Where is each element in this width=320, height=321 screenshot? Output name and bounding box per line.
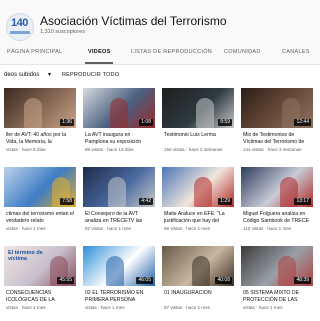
video-title[interactable]: 05 SISTEMA MIXTO DE PROTECCIÓN DE LAS <box>243 290 313 303</box>
thumbnail-figure <box>106 256 124 286</box>
thumbnail-figure <box>110 98 128 128</box>
video-meta: 57 vistas · hace 1 mes <box>164 305 210 310</box>
thumbnail-figure <box>194 177 212 207</box>
video-duration: 46:05 <box>136 277 153 284</box>
video-meta: vistas · hace 1 mes <box>85 305 125 310</box>
video-card[interactable]: 1:36 ller de AVT: 40 años por la Vida, la… <box>4 88 76 158</box>
tab-community[interactable]: COMUNIDAD <box>224 49 261 55</box>
video-thumbnail[interactable]: El término de víctima 45:55 <box>4 246 76 286</box>
video-thumbnail[interactable]: 48:39 <box>241 246 313 286</box>
channel-name: Asociación Víctimas del Terrorismo <box>40 14 227 28</box>
video-thumbnail[interactable]: 8:59 <box>162 88 234 128</box>
thumbnail-figure <box>192 256 210 286</box>
video-duration: 13:17 <box>294 198 311 205</box>
thumbnail-figure <box>108 177 126 207</box>
video-card[interactable]: 46:05 02 EL TERRORISMO EN PRIMERA PERSONA… <box>83 246 155 316</box>
video-meta: 144 vistas · hace 3 semanas <box>243 147 302 152</box>
video-meta: 68 vistas · hace 1 mes <box>164 226 210 231</box>
video-meta: vistas · hace 1 mes <box>6 305 46 310</box>
video-title[interactable]: ctimas del terrorismo entan el verdadero… <box>6 211 76 224</box>
video-meta: 110 vistas · hace 1 mes <box>243 226 292 231</box>
video-title[interactable]: Maite Araluce en EFE: "La justificación … <box>164 211 234 224</box>
video-thumbnail[interactable]: 46:05 <box>83 246 155 286</box>
tab-home[interactable]: PÁGINA PRINCIPAL <box>7 49 62 55</box>
video-duration: 4:42 <box>139 198 153 205</box>
video-meta: vistas · hace 8 días <box>6 147 46 152</box>
video-card[interactable]: 7:58 ctimas del terrorismo entan el verda… <box>4 167 76 237</box>
video-duration: 1:36 <box>60 119 74 126</box>
video-title[interactable]: CONSECUENCIAS ICOLÓGICAS DE LA <box>6 290 76 303</box>
video-meta: vistas · hace 1 mes <box>243 305 283 310</box>
tab-playlists[interactable]: LISTAS DE REPRODUCCIÓN <box>131 49 212 55</box>
video-thumbnail[interactable]: 1:36 <box>4 88 76 128</box>
video-card[interactable]: 13:17 Miguel Folguera analiza en Código S… <box>241 167 313 237</box>
video-card[interactable]: 40:08 01 INAUGURACIÓN 57 vistas · hace 1 m… <box>162 246 234 316</box>
video-thumbnail[interactable]: 1:08 <box>83 88 155 128</box>
thumbnail-figure <box>24 98 42 128</box>
play-all-button[interactable]: REPRODUCIR TODO <box>62 72 119 78</box>
video-duration: 8:59 <box>218 119 232 126</box>
video-title[interactable]: El Consejero de la AVT analiza en TRECET… <box>85 211 155 224</box>
video-card[interactable]: 1:29 Maite Araluce en EFE: "La justificac… <box>162 167 234 237</box>
video-title[interactable]: La AVT inaugura en Pamplona su exposició… <box>85 132 155 145</box>
video-meta: vistas · hace 1 mes <box>6 226 46 231</box>
video-card[interactable]: 1:08 La AVT inaugura en Pamplona su expos… <box>83 88 155 158</box>
channel-logo[interactable]: 140 <box>6 13 34 41</box>
channel-logo-bar <box>10 31 30 34</box>
video-duration: 45:55 <box>57 277 74 284</box>
video-card[interactable]: El término de víctima 45:55 CONSECUENCIAS … <box>4 246 76 316</box>
channel-header: 140 Asociación Víctimas del Terrorismo 1… <box>0 0 320 64</box>
thumbnail-caption: El término de víctima <box>8 250 43 262</box>
video-duration: 12:44 <box>294 119 311 126</box>
video-thumbnail[interactable]: 12:44 <box>241 88 313 128</box>
header-divider <box>0 64 320 65</box>
video-title[interactable]: 02 EL TERRORISMO EN PRIMERA PERSONA <box>85 290 155 303</box>
video-card[interactable]: 48:39 05 SISTEMA MIXTO DE PROTECCIÓN DE L… <box>241 246 313 316</box>
video-card[interactable]: 12:44 Mix de Testimonios de Víctimas del … <box>241 88 313 158</box>
video-duration: 40:08 <box>215 277 232 284</box>
subscriber-count: 1,310 suscriptores <box>40 29 85 35</box>
video-thumbnail[interactable]: 1:29 <box>162 167 234 207</box>
video-duration: 1:08 <box>139 119 153 126</box>
video-duration: 48:39 <box>294 277 311 284</box>
tab-channels[interactable]: CANALES <box>282 49 310 55</box>
video-title[interactable]: 01 INAUGURACIÓN <box>164 290 234 297</box>
video-thumbnail[interactable]: 13:17 <box>241 167 313 207</box>
video-duration: 7:58 <box>60 198 74 205</box>
video-thumbnail[interactable]: 7:58 <box>4 167 76 207</box>
thumbnail-figure <box>196 98 214 128</box>
thumbnail-figure <box>278 256 296 286</box>
video-title[interactable]: Mix de Testimonios de Víctimas del Terro… <box>243 132 313 145</box>
chevron-down-icon[interactable]: ▾ <box>48 71 51 78</box>
video-filter-bar: deos subidos ▾ REPRODUCIR TODO <box>0 70 320 82</box>
channel-tabs: PÁGINA PRINCIPAL VIDEOS LISTAS DE REPROD… <box>0 44 320 64</box>
video-meta: 156 vistas · hace 2 semanas <box>164 147 223 152</box>
channel-logo-text: 140 <box>11 17 28 29</box>
sort-dropdown[interactable]: deos subidos <box>4 72 39 78</box>
video-title[interactable]: Testimonio Luis Lerma <box>164 132 234 139</box>
video-card[interactable]: 8:59 Testimonio Luis Lerma 156 vistas · ha… <box>162 88 234 158</box>
video-title[interactable]: Miguel Folguera analiza en Código Samboo… <box>243 211 313 224</box>
video-meta: 82 vistas · hace 1 mes <box>85 226 131 231</box>
video-title[interactable]: ller de AVT: 40 años por la Vida, la Mem… <box>6 132 76 145</box>
video-thumbnail[interactable]: 4:42 <box>83 167 155 207</box>
video-meta: 86 vistas · hace 13 días <box>85 147 134 152</box>
video-card[interactable]: 4:42 El Consejero de la AVT analiza en TR… <box>83 167 155 237</box>
video-thumbnail[interactable]: 40:08 <box>162 246 234 286</box>
tab-videos[interactable]: VIDEOS <box>88 49 111 55</box>
video-duration: 1:29 <box>218 198 232 205</box>
